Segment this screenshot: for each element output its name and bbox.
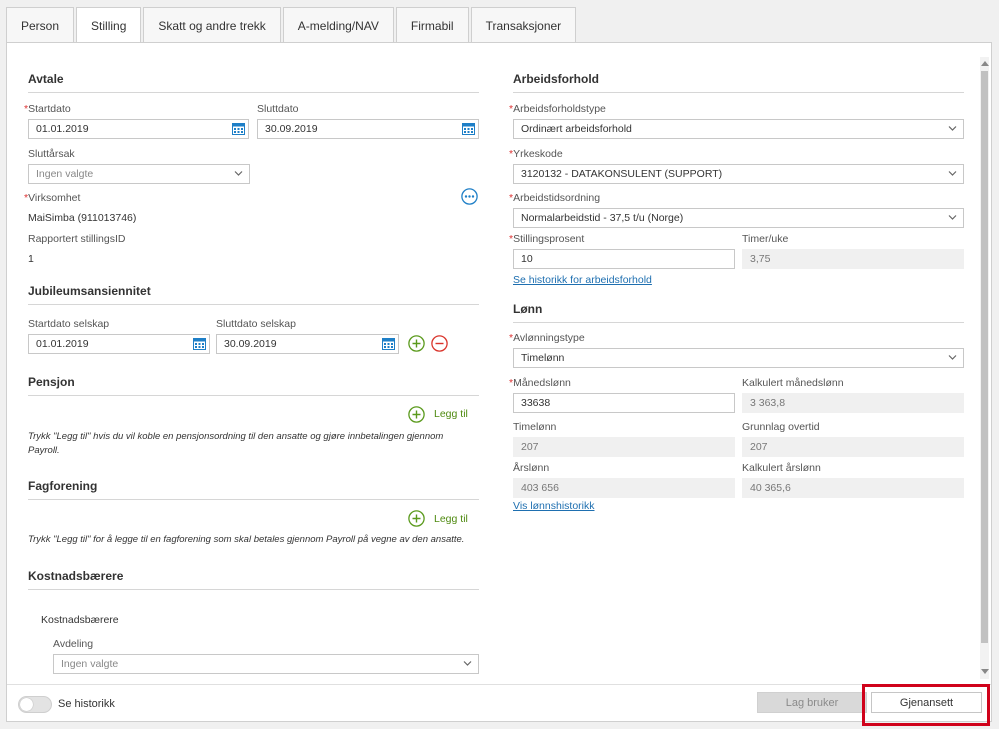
avdeling-select[interactable]: Ingen valgte — [53, 654, 479, 674]
avlonningstype-label: *Avlønningstype — [509, 332, 585, 344]
stillingsid-value: 1 — [28, 253, 34, 265]
arslonn-label: Årslønn — [513, 462, 550, 474]
jubileum-start-input[interactable]: 01.01.2019 — [28, 334, 210, 354]
timer-uke-label: Timer/uke — [742, 233, 789, 245]
more-options-icon[interactable] — [461, 188, 478, 205]
scroll-up-icon[interactable] — [981, 60, 989, 66]
startdato-input[interactable]: 01.01.2019 — [28, 119, 249, 139]
arbeidsforhold-history-link[interactable]: Se historikk for arbeidsforhold — [513, 274, 652, 286]
kalkulert-arslonn-label: Kalkulert årslønn — [742, 462, 821, 474]
jubileum-start-label: Startdato selskap — [28, 318, 110, 330]
scroll-down-icon[interactable] — [981, 669, 989, 675]
chevron-down-icon — [234, 171, 243, 176]
tab-a-melding[interactable]: A-melding/NAV — [282, 7, 394, 43]
manedslonn-label: *Månedslønn — [509, 377, 571, 389]
arslonn-value: 403 656 — [513, 478, 735, 498]
section-lonn-title: Lønn — [513, 302, 964, 323]
jubileum-slutt-input[interactable]: 30.09.2019 — [216, 334, 399, 354]
grunnlag-overtid-label: Grunnlag overtid — [742, 421, 820, 433]
sluttarsak-select[interactable]: Ingen valgte — [28, 164, 250, 184]
chevron-down-icon — [463, 661, 472, 666]
manedslonn-input[interactable]: 33638 — [513, 393, 735, 413]
arbeidsforholdstype-label: *Arbeidsforholdstype — [509, 103, 606, 115]
timelonn-value: 207 — [513, 437, 735, 457]
tab-skatt[interactable]: Skatt og andre trekk — [143, 7, 281, 43]
tab-person[interactable]: Person — [6, 7, 75, 43]
chevron-down-icon — [948, 215, 957, 220]
avdeling-label: Avdeling — [53, 638, 94, 650]
toggle-knob — [20, 698, 33, 711]
remove-circle-icon[interactable] — [431, 335, 448, 352]
section-pensjon-title: Pensjon — [28, 375, 479, 396]
stilling-panel: Avtale *Startdato 01.01.2019 Sluttdato 3… — [6, 42, 992, 722]
add-circle-icon[interactable] — [408, 510, 425, 527]
add-circle-icon[interactable] — [408, 406, 425, 423]
chevron-down-icon — [948, 355, 957, 360]
section-avtale-title: Avtale — [28, 72, 479, 93]
fagforening-add-button[interactable]: Legg til — [434, 513, 468, 525]
calendar-icon[interactable] — [193, 337, 206, 350]
footer-divider — [7, 684, 991, 685]
chevron-down-icon — [948, 171, 957, 176]
stillingsprosent-input[interactable]: 10 — [513, 249, 735, 269]
chevron-down-icon — [948, 126, 957, 131]
lonn-history-link[interactable]: Vis lønnshistorikk — [513, 500, 595, 512]
virksomhet-value: MaiSimba (911013746) — [28, 212, 137, 224]
kalkulert-manedslonn-label: Kalkulert månedslønn — [742, 377, 844, 389]
virksomhet-label: *Virksomhet — [24, 192, 81, 204]
history-toggle-label: Se historikk — [58, 698, 115, 710]
kostnad-subtitle: Kostnadsbærere — [41, 614, 119, 626]
scrollbar-thumb[interactable] — [981, 71, 988, 643]
highlight-box — [862, 684, 990, 726]
kalkulert-manedslonn-value: 3 363,8 — [742, 393, 964, 413]
avlonningstype-select[interactable]: Timelønn — [513, 348, 964, 368]
arbeidsforholdstype-select[interactable]: Ordinært arbeidsforhold — [513, 119, 964, 139]
sluttdato-label: Sluttdato — [257, 103, 299, 115]
calendar-icon[interactable] — [382, 337, 395, 350]
history-toggle[interactable] — [18, 696, 52, 713]
timer-uke-value: 3,75 — [742, 249, 964, 269]
tab-bar: Person Stilling Skatt og andre trekk A-m… — [6, 7, 577, 44]
grunnlag-overtid-value: 207 — [742, 437, 964, 457]
jubileum-slutt-label: Sluttdato selskap — [216, 318, 296, 330]
section-fagforening-title: Fagforening — [28, 479, 479, 500]
calendar-icon[interactable] — [462, 122, 475, 135]
tab-stilling[interactable]: Stilling — [76, 7, 142, 44]
calendar-icon[interactable] — [232, 122, 245, 135]
section-jubileum-title: Jubileumsansiennitet — [28, 284, 479, 305]
sluttarsak-label: Sluttårsak — [28, 148, 75, 160]
stillingsprosent-label: *Stillingsprosent — [509, 233, 585, 245]
pensjon-add-button[interactable]: Legg til — [434, 408, 468, 420]
add-circle-icon[interactable] — [408, 335, 425, 352]
sluttdato-input[interactable]: 30.09.2019 — [257, 119, 479, 139]
kalkulert-arslonn-value: 40 365,6 — [742, 478, 964, 498]
tab-firmabil[interactable]: Firmabil — [395, 7, 469, 43]
stillingsid-label: Rapportert stillingsID — [28, 233, 126, 245]
fagforening-note: Trykk "Legg til" for å legge til en fagf… — [28, 534, 465, 545]
startdato-label: *Startdato — [24, 103, 71, 115]
yrkeskode-select[interactable]: 3120132 - DATAKONSULENT (SUPPORT) — [513, 164, 964, 184]
tab-transaksjoner[interactable]: Transaksjoner — [470, 7, 577, 43]
section-arbeidsforhold-title: Arbeidsforhold — [513, 72, 964, 93]
lag-bruker-button[interactable]: Lag bruker — [757, 692, 867, 713]
section-kostnad-title: Kostnadsbærere — [28, 569, 479, 590]
timelonn-label: Timelønn — [513, 421, 557, 433]
arbeidstidsordning-select[interactable]: Normalarbeidstid - 37,5 t/u (Norge) — [513, 208, 964, 228]
yrkeskode-label: *Yrkeskode — [509, 148, 563, 160]
arbeidstidsordning-label: *Arbeidstidsordning — [509, 192, 601, 204]
pensjon-note: Trykk "Legg til" hvis du vil koble en pe… — [28, 431, 444, 456]
